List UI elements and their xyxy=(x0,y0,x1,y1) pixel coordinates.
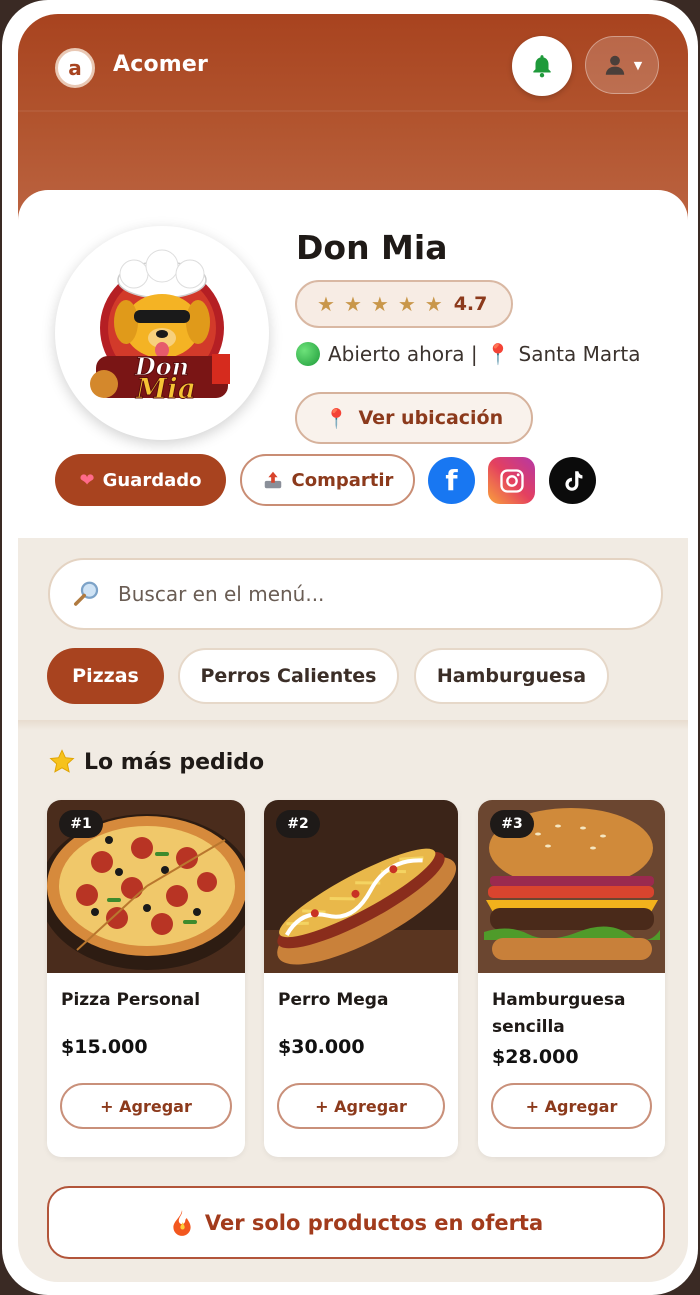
star-icon: ★ xyxy=(397,292,416,316)
product-name: Pizza Personal xyxy=(61,990,201,1010)
fire-icon xyxy=(173,1209,191,1236)
user-icon xyxy=(605,55,624,75)
facebook-icon[interactable]: f xyxy=(428,457,475,504)
app-logo-icon[interactable]: a xyxy=(55,48,95,88)
rating-badge: ★ ★ ★ ★ ★ 4.7 xyxy=(295,280,513,328)
product-card[interactable]: #1 Pizza Personal $15.000 + Agregar xyxy=(47,800,245,1157)
rating-value: 4.7 xyxy=(453,293,488,315)
restaurant-logo: Don Mia xyxy=(55,226,269,440)
product-card[interactable]: #2 Perro Mega $30.000 + Agregar xyxy=(264,800,458,1157)
section-separator xyxy=(18,720,688,730)
product-price: $15.000 xyxy=(61,1036,148,1058)
star-icon: ★ xyxy=(317,292,335,316)
category-tab-hamburguesa[interactable]: Hamburguesa xyxy=(414,648,609,704)
star-icon: ★ xyxy=(370,292,389,316)
restaurant-name: Don Mia xyxy=(296,228,448,267)
product-price: $28.000 xyxy=(492,1046,579,1068)
restaurant-mascot-logo: Don Mia xyxy=(90,249,230,406)
share-button[interactable]: Compartir xyxy=(240,454,415,506)
menu-search-input[interactable]: Buscar en el menú... xyxy=(48,558,663,630)
saved-button[interactable]: ❤ Guardado xyxy=(55,454,226,506)
app-title[interactable]: Acomer xyxy=(113,52,208,77)
app-screen: a Acomer ▼ Don Mia Don Mia ★ ★ ★ ★ ★ 4.7… xyxy=(18,14,688,1282)
add-to-cart-button[interactable]: + Agregar xyxy=(277,1083,445,1129)
search-placeholder: Buscar en el menú... xyxy=(118,582,325,606)
tiktok-glyph xyxy=(564,470,582,491)
map-pin-icon: 📍 xyxy=(485,342,511,366)
star-icon: ★ xyxy=(343,292,362,316)
view-location-label: Ver ubicación xyxy=(358,407,504,429)
instagram-glyph xyxy=(499,468,524,493)
product-name: Perro Mega xyxy=(278,990,389,1010)
product-name: Hamburguesa sencilla xyxy=(492,990,626,1037)
instagram-icon[interactable] xyxy=(488,457,535,504)
notifications-button[interactable] xyxy=(512,36,572,96)
view-location-button[interactable]: 📍 Ver ubicación xyxy=(295,392,533,444)
category-tab-perros-calientes[interactable]: Perros Calientes xyxy=(178,648,399,704)
offers-only-label: Ver solo productos en oferta xyxy=(204,1210,544,1235)
header-divider xyxy=(18,110,688,112)
share-tray-icon xyxy=(264,471,281,489)
bell-icon xyxy=(533,55,551,78)
svg-text:Mia: Mia xyxy=(135,372,196,405)
product-card[interactable]: #3 Hamburguesa sencilla $28.000 + Agrega… xyxy=(478,800,665,1157)
heart-icon: ❤ xyxy=(79,469,95,491)
share-label: Compartir xyxy=(291,469,394,491)
rank-badge: #2 xyxy=(276,810,320,838)
offers-only-button[interactable]: Ver solo productos en oferta xyxy=(47,1186,665,1259)
green-status-icon xyxy=(296,342,320,366)
category-tab-pizzas[interactable]: Pizzas xyxy=(47,648,164,704)
star-icon: ★ xyxy=(424,292,443,316)
section-heading: Lo más pedido xyxy=(48,748,264,776)
user-menu-button[interactable]: ▼ xyxy=(585,36,659,94)
section-title: Lo más pedido xyxy=(84,749,265,775)
city-label: Santa Marta xyxy=(518,342,641,366)
search-magnifier-icon xyxy=(74,581,99,606)
add-to-cart-button[interactable]: + Agregar xyxy=(60,1083,232,1129)
app-logo-letter: a xyxy=(68,56,82,80)
map-pin-icon: 📍 xyxy=(324,407,349,430)
add-to-cart-button[interactable]: + Agregar xyxy=(491,1083,652,1129)
open-status: Abierto ahora | xyxy=(328,342,478,366)
saved-label: Guardado xyxy=(102,469,202,491)
phone-frame: a Acomer ▼ Don Mia Don Mia ★ ★ ★ ★ ★ 4.7… xyxy=(2,0,698,1295)
burger-image: #3 xyxy=(478,800,665,973)
rank-badge: #1 xyxy=(59,810,103,838)
tiktok-icon[interactable] xyxy=(549,457,596,504)
star-emoji-icon xyxy=(49,749,75,773)
rank-badge: #3 xyxy=(490,810,534,838)
hotdog-image: #2 xyxy=(264,800,458,973)
status-line: Abierto ahora | 📍 Santa Marta xyxy=(296,342,640,366)
product-price: $30.000 xyxy=(278,1036,365,1058)
chevron-down-icon: ▼ xyxy=(633,58,643,72)
pizza-image: #1 xyxy=(47,800,245,973)
